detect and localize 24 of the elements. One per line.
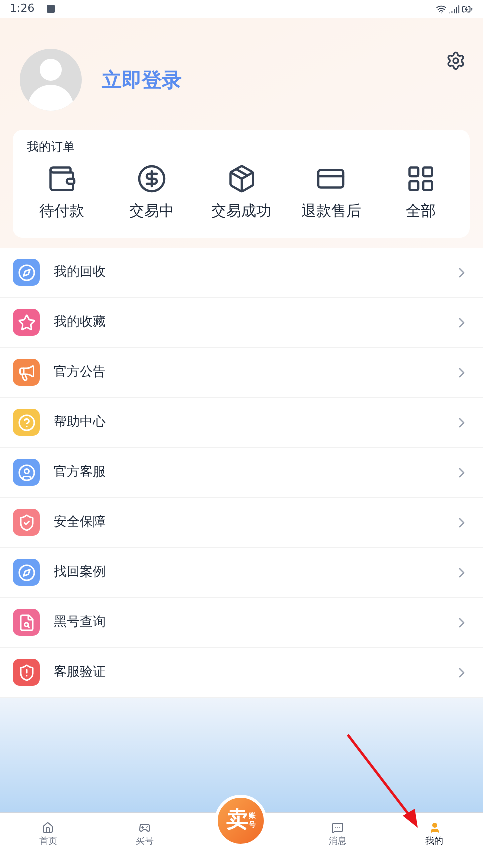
status-time: 1:26 <box>10 0 35 17</box>
nav-tab[interactable]: 我的 <box>386 813 483 858</box>
nav-tab[interactable]: 买号 <box>96 813 194 858</box>
gamepad-icon <box>138 822 151 834</box>
battery-icon <box>462 4 473 14</box>
order-status-link[interactable]: 交易成功 <box>212 200 272 222</box>
orders-title: 我的订单 <box>27 139 75 156</box>
notification-icon <box>46 5 55 13</box>
order-status-link[interactable]: 退款售后 <box>301 200 362 222</box>
coin-icon[interactable] <box>136 164 167 194</box>
message-icon <box>332 822 344 834</box>
order-status-link[interactable]: 交易中 <box>129 200 174 222</box>
user-icon <box>428 822 441 834</box>
wifi-icon <box>436 4 447 14</box>
package-icon[interactable] <box>226 164 256 194</box>
settings-icon[interactable] <box>446 51 466 71</box>
grid-icon[interactable] <box>406 164 436 194</box>
order-status-link[interactable]: 全部 <box>406 200 436 222</box>
signal-icon <box>449 4 460 14</box>
order-status-link[interactable]: 待付款 <box>40 200 84 222</box>
nav-tab[interactable]: 消息 <box>290 813 386 858</box>
wallet-icon[interactable] <box>47 164 77 194</box>
home-icon <box>42 822 54 834</box>
nav-tab[interactable]: 首页 <box>0 813 97 858</box>
